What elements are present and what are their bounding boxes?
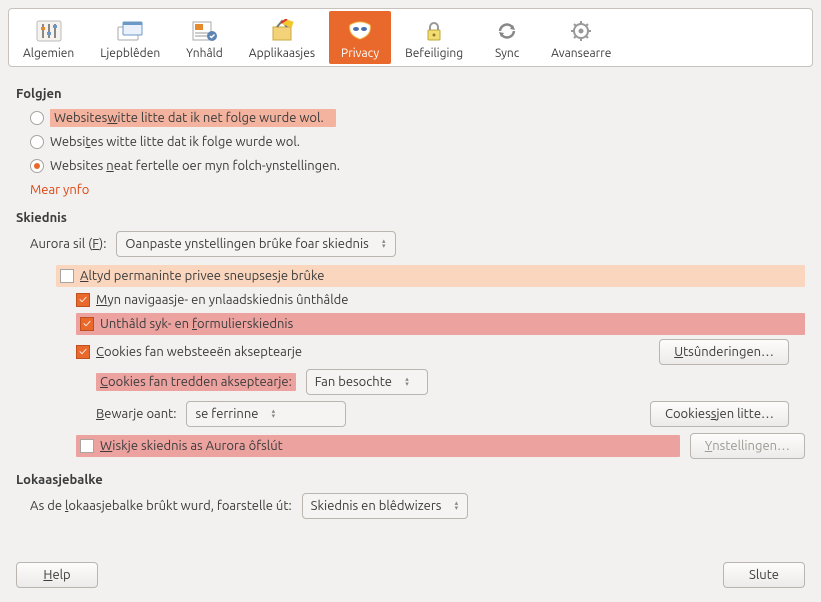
lock-icon (418, 17, 450, 45)
locationbar-heading: Lokaasjebalke (16, 473, 805, 487)
tab-label: Algemien (23, 47, 74, 60)
option-label: Wiskje skiednis as Aurora ôfslút (100, 439, 283, 453)
tab-general[interactable]: Algemien (11, 11, 86, 64)
tab-label: Avansearre (551, 47, 611, 60)
keep-until-label: Bewarje oant: (96, 407, 176, 421)
tab-sync[interactable]: Sync (477, 11, 537, 64)
help-button[interactable]: Help (16, 562, 98, 588)
spinner-icon: ▴▾ (449, 501, 463, 511)
gear-icon (565, 17, 597, 45)
checkbox-icon (80, 317, 94, 331)
spinner-icon: ▴▾ (400, 377, 414, 387)
third-party-select[interactable]: Fan besochte ▴▾ (306, 369, 428, 395)
option-label: Websites witte litte dat ik folge wurde … (50, 135, 300, 149)
tab-security[interactable]: Befeiliging (393, 11, 475, 64)
remember-forms-checkbox[interactable]: Unthâld syk- en formulierskiednis (76, 313, 805, 335)
option-label: Altyd permaninte privee sneupsesje brûke (80, 269, 324, 283)
option-label: Myn navigaasje- en ynlaadskiednis ûnthâl… (96, 293, 348, 307)
tab-label: Privacy (341, 47, 379, 60)
option-label: Websites witte litte dat ik net folge wu… (50, 109, 336, 127)
sliders-icon (33, 17, 65, 45)
history-heading: Skiednis (16, 211, 805, 225)
history-mode-label: Aurora sil (F): (30, 237, 106, 251)
history-mode-select[interactable]: Oanpaste ynstellingen brûke foar skiedni… (116, 231, 395, 257)
preferences-toolbar: Algemien Ljepblêden Ynhâld Applikaasjes … (8, 8, 813, 67)
mask-icon (344, 17, 376, 45)
close-button[interactable]: Slute (723, 562, 805, 588)
applications-icon (266, 17, 298, 45)
remember-history-checkbox[interactable]: Myn navigaasje- en ynlaadskiednis ûnthâl… (76, 289, 805, 311)
tab-label: Ljepblêden (100, 47, 160, 60)
locationbar-select[interactable]: Skiednis en blêdwizers ▴▾ (302, 493, 469, 519)
spinner-icon: ▴▾ (377, 239, 391, 249)
select-value: Oanpaste ynstellingen brûke foar skiedni… (125, 237, 368, 251)
locationbar-label: As de lokaasjebalke brûkt wurd, foarstel… (30, 499, 292, 513)
checkbox-icon (76, 293, 90, 307)
tab-applications[interactable]: Applikaasjes (237, 11, 327, 64)
option-label: Cookies fan websteeën akseptearje (96, 345, 302, 359)
checkbox-icon (60, 269, 74, 283)
select-value: se ferrinne (195, 407, 258, 421)
tabs-icon (114, 17, 146, 45)
tracking-more-info-link[interactable]: Mear ynfo (30, 183, 89, 197)
clear-settings-button: Ynstellingen… (690, 433, 805, 459)
tab-privacy[interactable]: Privacy (329, 11, 391, 64)
option-label: Unthâld syk- en formulierskiednis (100, 317, 293, 331)
tab-label: Applikaasjes (249, 47, 315, 60)
tab-label: Ynhâld (186, 47, 223, 60)
tab-advanced[interactable]: Avansearre (539, 11, 623, 64)
keep-until-select[interactable]: se ferrinne ▴▾ (186, 401, 346, 427)
content-icon (188, 17, 220, 45)
radio-icon (30, 159, 44, 173)
tracking-opt-do-track[interactable]: Websites witte litte dat ik folge wurde … (30, 131, 805, 153)
radio-icon (30, 111, 44, 125)
sync-icon (491, 17, 523, 45)
dialog-buttons: Help Slute (16, 562, 805, 588)
spinner-icon: ▴▾ (266, 409, 280, 419)
accept-cookies-row: Cookies fan websteeën akseptearje Utsûnd… (76, 341, 805, 363)
tab-label: Sync (495, 47, 519, 60)
checkbox-icon[interactable] (76, 345, 90, 359)
always-private-checkbox[interactable]: Altyd permaninte privee sneupsesje brûke (56, 265, 805, 287)
show-cookies-button[interactable]: Cookies sjen litte… (650, 401, 789, 427)
select-value: Fan besochte (315, 375, 392, 389)
tab-content[interactable]: Ynhâld (174, 11, 235, 64)
radio-icon (30, 135, 44, 149)
checkbox-icon (80, 439, 94, 453)
clear-on-close-row: Wiskje skiednis as Aurora ôfslút Ynstell… (76, 433, 805, 459)
tab-label: Befeiliging (405, 47, 463, 60)
select-value: Skiednis en blêdwizers (311, 499, 442, 513)
tracking-opt-no-pref[interactable]: Websites neat fertelle oer myn folch-yns… (30, 155, 805, 177)
option-label: Websites neat fertelle oer myn folch-yns… (50, 159, 340, 173)
clear-on-close-checkbox[interactable]: Wiskje skiednis as Aurora ôfslút (76, 435, 680, 457)
tracking-opt-do-not-track[interactable]: Websites witte litte dat ik net folge wu… (30, 107, 805, 129)
tracking-heading: Folgjen (16, 87, 805, 101)
tab-tabs[interactable]: Ljepblêden (88, 11, 172, 64)
exceptions-button[interactable]: Utsûnderingen… (659, 339, 789, 365)
third-party-label: Cookies fan tredden akseptearje: (96, 373, 296, 391)
